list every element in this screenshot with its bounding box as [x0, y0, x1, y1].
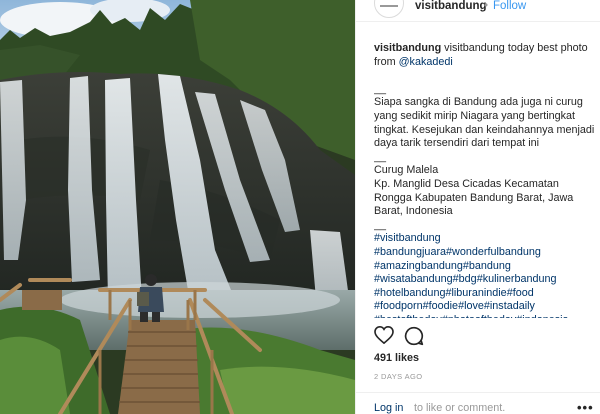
post-caption: visitbandung visitbandung today best pho…	[374, 42, 596, 318]
login-link[interactable]: Log in	[374, 402, 403, 414]
waterfall-photo	[0, 0, 355, 414]
caption-username[interactable]: visitbandung	[374, 42, 441, 54]
comment-bar: Log in to like or comment. •••	[356, 392, 600, 414]
heart-outline-icon[interactable]	[374, 325, 394, 349]
post-actions	[374, 325, 434, 349]
post-photo[interactable]	[0, 0, 355, 414]
hashtag-list: #visitbandung #bandungjuara#wonderfulband…	[374, 232, 596, 318]
hashtag-link[interactable]: #wisatabandung	[374, 273, 453, 285]
like-count[interactable]: 491 likes	[374, 352, 419, 364]
post-timestamp[interactable]: 2 DAYS AGO	[374, 372, 422, 381]
hashtag-link[interactable]: #bandungjuara	[374, 246, 446, 258]
hashtag-line: #wisatabandung#bdg#kulinerbandung	[374, 273, 596, 287]
caption-divider: __	[374, 218, 387, 231]
hashtag-link[interactable]: #liburanindie	[445, 287, 506, 299]
header-username[interactable]: visitbandung	[415, 0, 487, 12]
hashtag-link[interactable]: #kulinerbandung	[477, 273, 557, 285]
post-panel: visitbandung • Follow visitbandung visit…	[355, 0, 600, 414]
hashtag-line: #hotelbandung#liburanindie#food	[374, 287, 596, 301]
caption-location: Curug Malela	[374, 164, 439, 177]
hashtag-link[interactable]: #bestoftheday	[374, 314, 442, 318]
hashtag-link[interactable]: #amazingbandung	[374, 260, 463, 272]
hashtag-link[interactable]: #instadaily	[484, 300, 535, 312]
login-prompt-text: to like or comment.	[414, 402, 506, 414]
hashtag-link[interactable]: #visitbandung	[374, 232, 441, 244]
caption-divider: __	[374, 82, 387, 95]
caption-divider: __	[374, 150, 387, 163]
hashtag-line: #foodporn#foodie#love#instadaily	[374, 300, 596, 314]
more-options-icon[interactable]: •••	[577, 400, 594, 414]
caption-address: Kp. Manglid Desa Cicadas Kecamatan Rongg…	[374, 177, 574, 218]
avatar[interactable]	[374, 0, 404, 18]
hashtag-link[interactable]: #love	[458, 300, 484, 312]
caption-paragraph: Siapa sangka di Bandung ada juga ni curu…	[374, 96, 595, 150]
post-header: visitbandung • Follow	[356, 0, 600, 22]
hashtag-link[interactable]: #wonderfulbandung	[446, 246, 541, 258]
caption-mention[interactable]: @kakadedi	[399, 56, 453, 68]
hashtag-line: #bandungjuara#wonderfulbandung	[374, 246, 596, 260]
hashtag-link[interactable]: #photooftheday	[442, 314, 516, 318]
header-separator: •	[484, 0, 489, 12]
hashtag-line: #amazingbandung#bandung	[374, 260, 596, 274]
hashtag-link[interactable]: #bandung	[463, 260, 511, 272]
hashtag-line: #visitbandung	[374, 232, 596, 246]
hashtag-line: #bestoftheday#photooftheday#indonesia	[374, 314, 596, 318]
hashtag-link[interactable]: #bdg	[453, 273, 477, 285]
hashtag-link[interactable]: #indonesia	[516, 314, 568, 318]
follow-button[interactable]: Follow	[493, 0, 526, 12]
comment-bubble-icon[interactable]	[404, 326, 424, 351]
hashtag-link[interactable]: #food	[507, 287, 534, 299]
hashtag-link[interactable]: #foodie	[423, 300, 458, 312]
hashtag-link[interactable]: #foodporn	[374, 300, 423, 312]
hashtag-link[interactable]: #hotelbandung	[374, 287, 445, 299]
